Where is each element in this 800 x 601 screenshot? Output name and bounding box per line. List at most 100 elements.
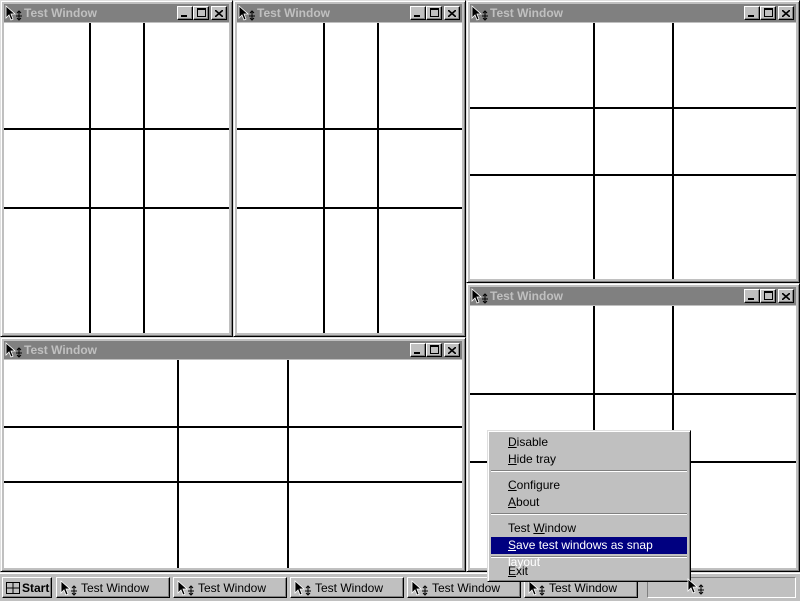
minimize-button[interactable] — [744, 6, 760, 20]
grid-line — [470, 174, 796, 176]
grid-line — [237, 128, 462, 130]
maximize-icon — [196, 6, 206, 20]
taskbar-button-label: Test Window — [315, 580, 384, 595]
maximize-button[interactable] — [426, 343, 442, 357]
menu-mnemonic: C — [508, 478, 517, 492]
move-cursor-icon — [5, 342, 23, 358]
menu-label: indow — [544, 521, 577, 535]
close-button[interactable] — [778, 289, 794, 303]
menu-item-save-snap-layout[interactable]: Save test windows as snap layout — [491, 537, 687, 569]
window-client-area[interactable] — [4, 23, 229, 333]
close-button[interactable] — [444, 343, 460, 357]
window-title: Test Window — [490, 6, 563, 20]
window-title: Test Window — [24, 343, 97, 357]
grid-line — [89, 23, 91, 333]
close-icon — [781, 289, 791, 303]
taskbar-button-1[interactable]: Test Window — [56, 577, 170, 598]
maximize-icon — [763, 289, 773, 303]
minimize-icon — [748, 6, 756, 20]
menu-item-configure[interactable]: Configure — [491, 477, 687, 494]
close-button[interactable] — [444, 6, 460, 20]
maximize-button[interactable] — [193, 6, 209, 20]
menu-separator — [491, 556, 687, 558]
grid-line — [177, 360, 179, 568]
move-cursor-icon — [176, 579, 196, 596]
minimize-button[interactable] — [410, 6, 426, 20]
close-icon — [447, 6, 457, 20]
menu-item-test-window[interactable]: Test Window — [491, 520, 687, 537]
grid-line — [287, 360, 289, 568]
maximize-button[interactable] — [426, 6, 442, 20]
maximize-button[interactable] — [760, 289, 776, 303]
menu-label: bout — [516, 495, 540, 509]
maximize-button[interactable] — [760, 6, 776, 20]
title-bar[interactable]: Test Window — [4, 341, 462, 359]
close-icon — [447, 343, 457, 357]
start-label: Start — [22, 580, 50, 595]
window-title: Test Window — [257, 6, 330, 20]
title-bar[interactable]: Test Window — [470, 4, 796, 22]
menu-label: isable — [516, 435, 549, 449]
grid-line — [672, 23, 674, 279]
menu-label: ide tray — [516, 452, 557, 466]
test-window-2[interactable]: Test Window — [233, 0, 466, 337]
move-cursor-icon — [471, 5, 489, 21]
menu-mnemonic: W — [533, 521, 545, 535]
start-button[interactable]: Start — [2, 577, 52, 598]
maximize-icon — [763, 6, 773, 20]
maximize-icon — [429, 6, 439, 20]
window-client-area[interactable] — [4, 360, 462, 568]
close-button[interactable] — [778, 6, 794, 20]
move-cursor-icon — [238, 5, 256, 21]
test-window-5[interactable]: Test Window — [0, 337, 466, 572]
maximize-icon — [429, 343, 439, 357]
minimize-icon — [414, 6, 422, 20]
minimize-button[interactable] — [744, 289, 760, 303]
grid-line — [470, 107, 796, 109]
test-window-1[interactable]: Test Window — [0, 0, 233, 337]
grid-line — [593, 23, 595, 279]
grid-line — [323, 23, 325, 333]
window-title: Test Window — [490, 289, 563, 303]
menu-mnemonic: H — [508, 452, 517, 466]
minimize-icon — [414, 343, 422, 357]
taskbar-button-2[interactable]: Test Window — [173, 577, 287, 598]
taskbar-button-label: Test Window — [81, 580, 150, 595]
move-cursor-icon — [293, 579, 313, 596]
window-client-area[interactable] — [470, 23, 796, 279]
move-cursor-icon — [471, 288, 489, 304]
close-icon — [214, 6, 224, 20]
menu-label: onfigure — [516, 478, 561, 492]
grid-line — [4, 481, 462, 483]
menu-item-hide-tray[interactable]: Hide tray — [491, 451, 687, 468]
move-cursor-icon — [5, 5, 23, 21]
title-bar[interactable]: Test Window — [470, 287, 796, 305]
test-window-3[interactable]: Test Window — [466, 0, 800, 283]
taskbar-button-label: Test Window — [549, 580, 618, 595]
menu-label: Test — [508, 521, 534, 535]
menu-separator — [491, 470, 687, 472]
minimize-button[interactable] — [177, 6, 193, 20]
title-bar[interactable]: Test Window — [237, 4, 462, 22]
grid-line — [237, 207, 462, 209]
minimize-button[interactable] — [410, 343, 426, 357]
menu-separator — [491, 513, 687, 515]
close-icon — [781, 6, 791, 20]
taskbar-button-label: Test Window — [198, 580, 267, 595]
window-title: Test Window — [24, 6, 97, 20]
window-client-area[interactable] — [237, 23, 462, 333]
taskbar-button-3[interactable]: Test Window — [290, 577, 404, 598]
menu-mnemonic: E — [508, 564, 517, 578]
grid-line — [4, 426, 462, 428]
close-button[interactable] — [211, 6, 227, 20]
minimize-icon — [748, 289, 756, 303]
menu-item-exit[interactable]: Exit — [491, 563, 687, 580]
grid-line — [4, 207, 229, 209]
menu-item-disable[interactable]: Disable — [491, 434, 687, 451]
grid-line — [377, 23, 379, 333]
mouse-cursor-icon — [687, 578, 705, 596]
grid-line — [4, 128, 229, 130]
title-bar[interactable]: Test Window — [4, 4, 229, 22]
menu-item-about[interactable]: About — [491, 494, 687, 511]
minimize-icon — [181, 6, 189, 20]
